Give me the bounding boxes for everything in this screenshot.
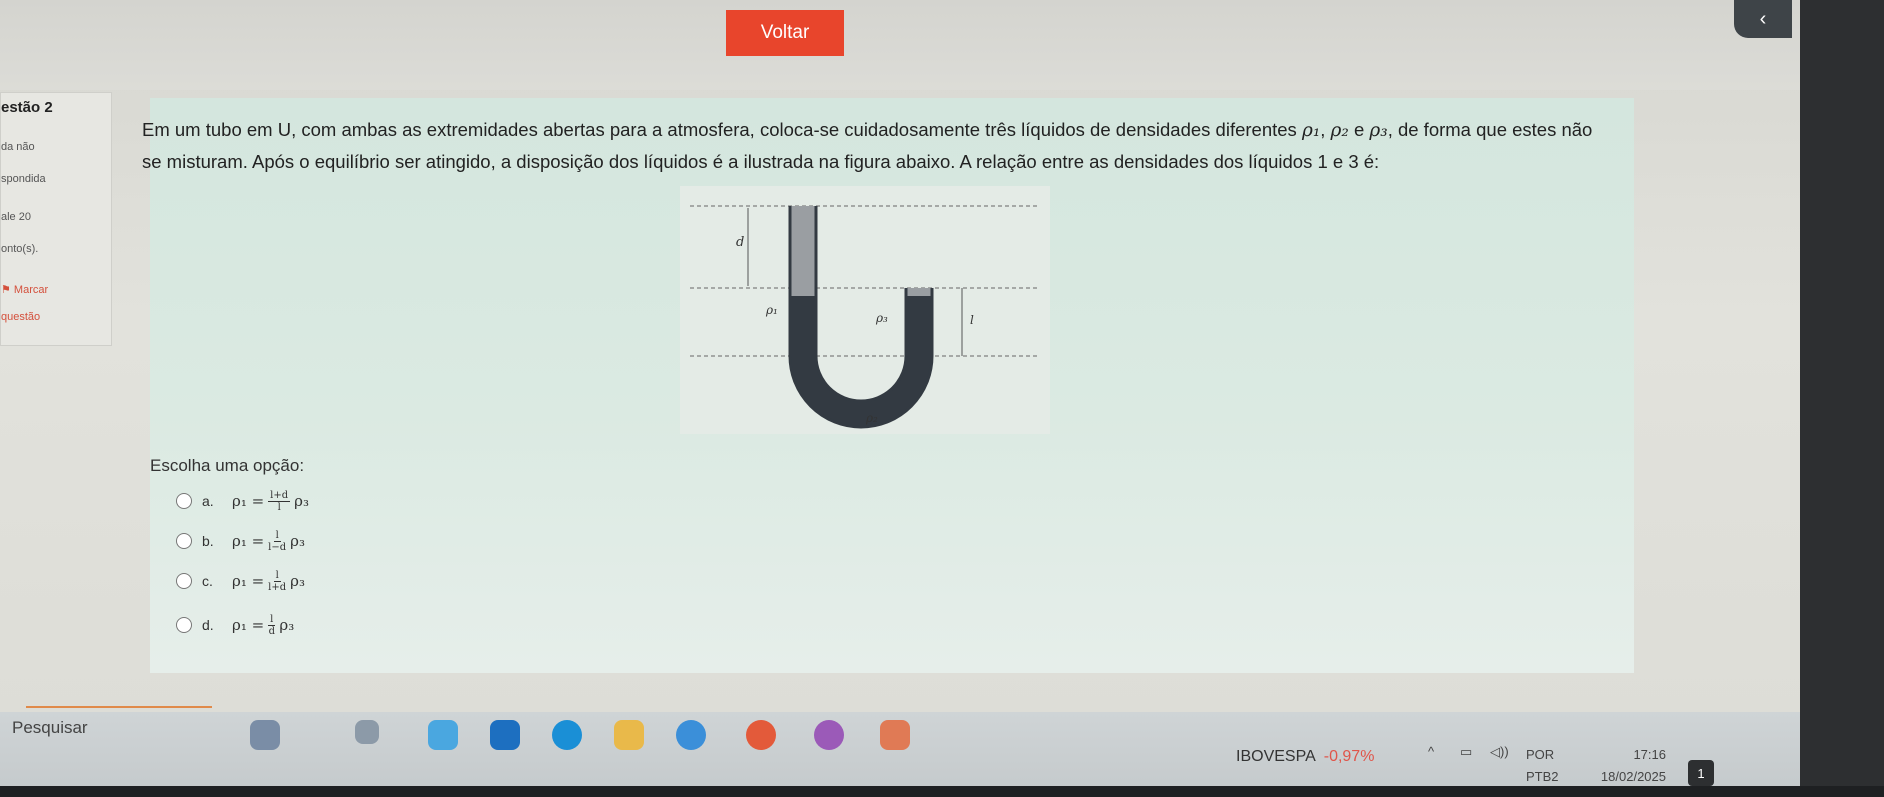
option-formula: ρ₁ = ld ρ₃ — [232, 614, 294, 637]
numerator: l — [268, 613, 276, 626]
ticker-change: -0,97% — [1323, 748, 1375, 765]
question-number: estão 2 — [1, 99, 53, 116]
copilot-icon[interactable] — [428, 720, 458, 750]
stock-ticker-widget[interactable]: IBOVESPA -0,97% — [1236, 748, 1374, 766]
flag-question-link[interactable]: ⚑ Marcar — [1, 283, 48, 296]
numerator: l — [273, 529, 281, 542]
rho3-symbol: ρ₃ — [1369, 120, 1388, 141]
formula-lhs: ρ₁ = — [232, 492, 265, 510]
keyboard-layout: PTB2 — [1526, 769, 1559, 784]
choose-option-prompt: Escolha uma opção: — [150, 456, 305, 475]
label-rho3: ρ₃ — [875, 311, 888, 325]
ticker-name: IBOVESPA — [1236, 748, 1316, 765]
status-line-1: da não — [1, 141, 35, 153]
denominator: l−d — [268, 541, 287, 553]
option-letter: a. — [202, 493, 214, 509]
notification-badge[interactable]: 1 — [1688, 760, 1714, 786]
flag-icon: ⚑ — [1, 284, 14, 296]
clock-time: 17:16 — [1633, 747, 1666, 762]
store-icon[interactable] — [676, 720, 706, 750]
formula-lhs: ρ₁ = — [232, 572, 265, 590]
taskbar-search[interactable]: Pesquisar — [12, 718, 88, 738]
fraction: l+d l — [268, 489, 291, 513]
fraction: ld — [268, 613, 276, 637]
language-code: POR — [1526, 747, 1555, 762]
radio-b[interactable] — [176, 533, 192, 549]
app-icon[interactable] — [880, 720, 910, 750]
formula-lhs: ρ₁ = — [232, 532, 265, 550]
rho2-symbol: ρ₂ — [1330, 120, 1349, 141]
option-letter: c. — [202, 573, 213, 589]
clock-date: 18/02/2025 — [1600, 769, 1666, 784]
option-formula: ρ₁ = l+d l ρ₃ — [232, 490, 309, 513]
keyboard-language[interactable]: POR PTB2 — [1526, 744, 1559, 788]
fraction: l l−d — [268, 530, 286, 553]
formula-rhs: ρ₃ — [290, 572, 305, 590]
flag-label: Marcar — [13, 284, 49, 296]
volume-icon[interactable]: ◁)) — [1490, 744, 1509, 760]
question-points: onto(s). — [1, 243, 39, 255]
monitor-bezel-right — [1800, 0, 1884, 797]
option-a[interactable]: a. ρ₁ = l+d l ρ₃ — [176, 486, 309, 516]
back-button[interactable]: Voltar — [726, 10, 844, 56]
formula-rhs: ρ₃ — [279, 616, 295, 634]
flag-question-link-2[interactable]: questão — [1, 311, 40, 323]
system-clock[interactable]: 17:16 18/02/2025 — [1600, 744, 1666, 788]
status-line-2: spondida — [1, 173, 46, 185]
radio-d[interactable] — [176, 617, 192, 633]
u-tube-diagram: d ρ₁ ρ₃ l ρ₂ — [690, 205, 1040, 429]
denominator: d — [268, 625, 275, 637]
formula-rhs: ρ₃ — [290, 532, 305, 550]
label-d: d — [736, 235, 744, 250]
question-text-part-1: Em um tubo em U, com ambas as extremidad… — [142, 119, 1302, 140]
question-text: Em um tubo em U, com ambas as extremidad… — [142, 114, 1612, 177]
question-value: ale 20 — [1, 211, 31, 223]
edge-icon[interactable] — [552, 720, 582, 750]
denominator: l+d — [268, 581, 287, 593]
question-info-panel: estão 2 da não spondida ale 20 onto(s). … — [0, 92, 112, 346]
option-letter: d. — [202, 617, 214, 633]
file-explorer-icon[interactable] — [614, 720, 644, 750]
chevron-left-icon[interactable]: ‹ — [1734, 0, 1792, 38]
widget-icon[interactable] — [250, 720, 280, 750]
numerator: l — [273, 569, 281, 582]
radio-c[interactable] — [176, 573, 192, 589]
separator: , — [1320, 119, 1331, 140]
rho1-symbol: ρ₁ — [1301, 120, 1321, 141]
option-formula: ρ₁ = l l+d ρ₃ — [232, 570, 305, 593]
option-c[interactable]: c. ρ₁ = l l+d ρ₃ — [176, 566, 305, 596]
label-rho1: ρ₁ — [765, 303, 778, 317]
search-accent-line — [26, 706, 212, 708]
option-letter: b. — [202, 533, 214, 549]
numerator: l+d — [268, 489, 291, 502]
monitor-bezel-bottom — [0, 786, 1884, 797]
task-view-icon[interactable] — [355, 720, 379, 744]
conjunction: e — [1348, 119, 1370, 140]
option-formula: ρ₁ = l l−d ρ₃ — [232, 530, 305, 553]
top-bar — [0, 0, 1884, 90]
fraction: l l+d — [268, 570, 286, 593]
denominator: l — [277, 501, 281, 513]
label-rho2: ρ₂ — [865, 411, 878, 425]
formula-rhs: ρ₃ — [294, 492, 309, 510]
formula-lhs: ρ₁ = — [232, 616, 265, 634]
option-d[interactable]: d. ρ₁ = ld ρ₃ — [176, 610, 294, 640]
chevron-up-icon[interactable]: ^ — [1428, 744, 1434, 759]
chrome-icon[interactable] — [746, 720, 776, 750]
radio-a[interactable] — [176, 493, 192, 509]
u-tube-figure: d ρ₁ ρ₃ l ρ₂ — [680, 186, 1050, 434]
option-b[interactable]: b. ρ₁ = l l−d ρ₃ — [176, 526, 305, 556]
network-icon[interactable]: ▭ — [1460, 744, 1472, 760]
liquid-1-column — [790, 206, 816, 296]
media-icon[interactable] — [814, 720, 844, 750]
liquid-3-column — [906, 288, 932, 296]
label-l: l — [970, 313, 974, 327]
outlook-icon[interactable] — [490, 720, 520, 750]
